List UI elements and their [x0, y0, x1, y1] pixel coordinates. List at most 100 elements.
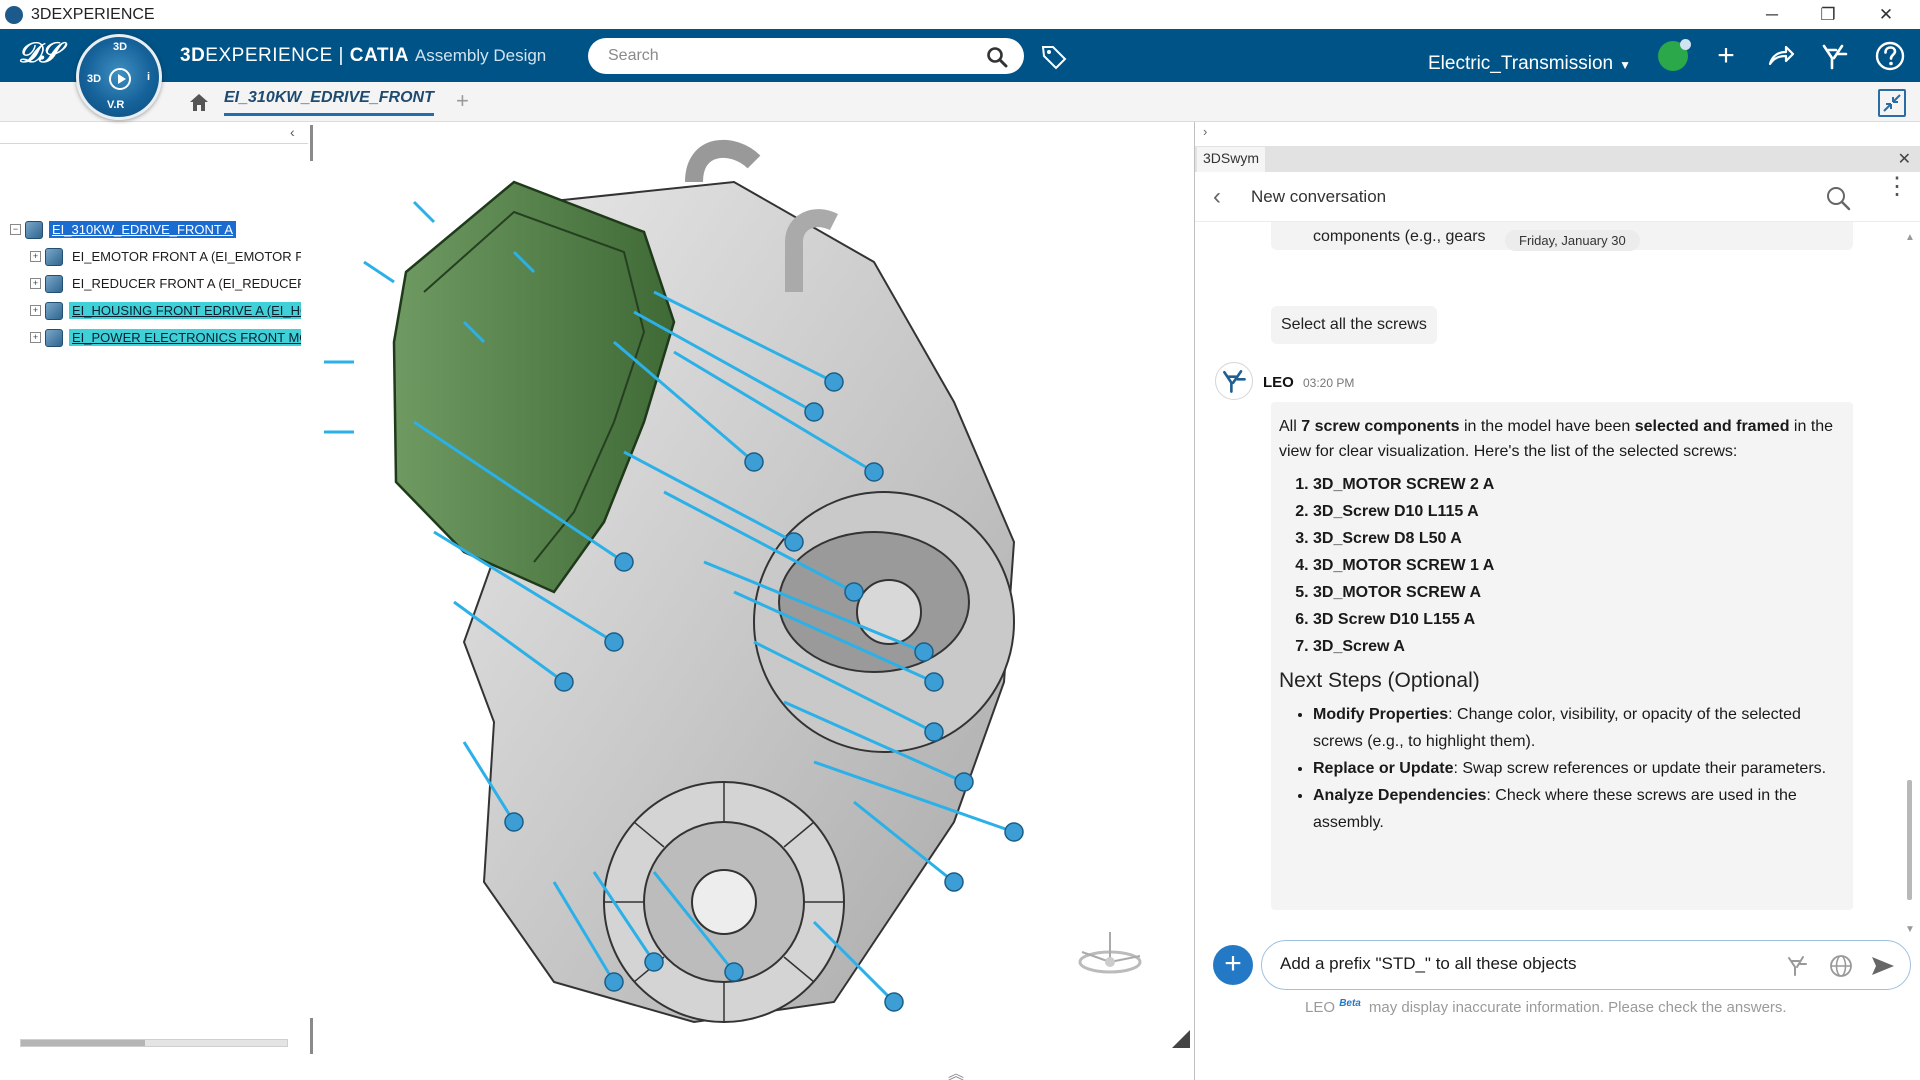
tree-node-housing[interactable]: + EI_HOUSING FRONT EDRIVE A (EI_HOUSING: [30, 297, 310, 324]
tree-node-label[interactable]: EI_310KW_EDRIVE_FRONT A: [49, 221, 237, 238]
product-icon: [25, 220, 43, 239]
maximize-button[interactable]: ❐: [1800, 0, 1856, 29]
search-input[interactable]: [588, 38, 1024, 74]
resize-grip-icon[interactable]: [1172, 1030, 1190, 1048]
product-icon: [45, 247, 63, 266]
list-item: 3D_Screw D10 L115 A: [1313, 498, 1843, 525]
minimize-button[interactable]: ─: [1744, 0, 1800, 29]
chevron-up-icon[interactable]: ︽: [948, 1060, 964, 1080]
tag-icon[interactable]: [1040, 43, 1068, 71]
intro-bold: selected and framed: [1634, 418, 1790, 435]
tree-node-label[interactable]: EI_EMOTOR FRONT A (EI_EMOTOR FRONT: [69, 248, 301, 265]
expand-panel-icon[interactable]: ›: [1203, 124, 1207, 139]
close-icon[interactable]: ✕: [1898, 149, 1911, 169]
scroll-up-icon[interactable]: ▲: [1905, 232, 1915, 243]
tree-splitter-bottom[interactable]: [310, 1018, 313, 1054]
close-window-button[interactable]: ✕: [1858, 0, 1914, 29]
tree-toolbar: [0, 122, 308, 144]
globe-icon[interactable]: [1828, 953, 1854, 979]
os-title-bar: 3DEXPERIENCE ─ ❐ ✕: [0, 0, 1920, 29]
new-tab-button[interactable]: +: [456, 88, 469, 114]
next-steps-list: Modify Properties: Change color, visibil…: [1313, 701, 1843, 836]
list-item: 3D_MOTOR SCREW 1 A: [1313, 552, 1843, 579]
next-steps-heading: Next Steps (Optional): [1279, 669, 1480, 692]
list-item: Analyze Dependencies: Check where these …: [1313, 782, 1843, 836]
search-icon[interactable]: [986, 46, 1008, 68]
tree-expand-toggle[interactable]: +: [30, 332, 41, 343]
tab-bar: EI_310KW_EDRIVE_FRONT +: [0, 82, 1920, 122]
share-icon[interactable]: [1764, 40, 1796, 72]
collapse-tree-icon[interactable]: ‹: [290, 124, 295, 140]
dassault-logo[interactable]: 𝒟𝒮: [18, 37, 60, 70]
intro-text: All: [1279, 418, 1302, 435]
tree-splitter[interactable]: [310, 125, 313, 161]
message-input[interactable]: Add a prefix "STD_" to all these objects: [1280, 954, 1760, 974]
brand-catia: CATIA: [349, 45, 409, 66]
tree-node-label[interactable]: EI_HOUSING FRONT EDRIVE A (EI_HOUSING: [69, 302, 301, 319]
home-icon[interactable]: [188, 92, 210, 112]
tree-node-label[interactable]: EI_REDUCER FRONT A (EI_REDUCER FRONT: [69, 275, 301, 292]
3d-viewport[interactable]: [314, 122, 1194, 1080]
play-icon[interactable]: [109, 68, 131, 90]
list-item: 3D_Screw D8 L50 A: [1313, 525, 1843, 552]
tree-collapse-toggle[interactable]: −: [10, 224, 21, 235]
list-item: Modify Properties: Change color, visibil…: [1313, 701, 1843, 755]
scroll-down-icon[interactable]: ▼: [1905, 924, 1915, 935]
more-options-icon[interactable]: ⋮: [1885, 175, 1909, 199]
tree-node-power-electronics[interactable]: + EI_POWER ELECTRONICS FRONT MOTOR: [30, 324, 310, 351]
compass-right-label: i: [147, 71, 151, 83]
leo-agent-icon[interactable]: [1784, 953, 1810, 979]
tree-expand-toggle[interactable]: +: [30, 251, 41, 262]
beta-badge: Beta: [1339, 998, 1361, 1009]
disclaimer-text: may display inaccurate information. Plea…: [1368, 999, 1787, 1016]
search-icon[interactable]: [1825, 185, 1851, 211]
tree-node-reducer[interactable]: + EI_REDUCER FRONT A (EI_REDUCER FRONT: [30, 270, 310, 297]
compass-widget[interactable]: 3D 3D i V.R: [76, 34, 162, 120]
user-status-icon[interactable]: [1658, 39, 1691, 71]
scroll-thumb[interactable]: [21, 1040, 145, 1046]
message-composer[interactable]: Add a prefix "STD_" to all these objects: [1261, 940, 1911, 990]
add-icon[interactable]: +: [1710, 40, 1742, 72]
tab-3dswym[interactable]: 3DSwym: [1197, 147, 1266, 172]
os-window-title: 3DEXPERIENCE: [31, 5, 155, 23]
chat-scrollbar[interactable]: ▲ ▼: [1905, 232, 1915, 935]
brand-app-name: Assembly Design: [414, 46, 547, 65]
back-icon[interactable]: ‹: [1213, 183, 1221, 211]
list-item: 3D_MOTOR SCREW 2 A: [1313, 471, 1843, 498]
message-timestamp: 03:20 PM: [1303, 376, 1355, 390]
step-text: : Swap screw references or update their …: [1453, 760, 1827, 777]
message-list: components (e.g., gears Friday, January …: [1195, 222, 1905, 1030]
add-attachment-button[interactable]: +: [1213, 945, 1253, 985]
intro-text: in the model have been: [1459, 418, 1635, 435]
collab-space-selector[interactable]: Electric_Transmission ▼: [1428, 53, 1631, 75]
assistant-message: All 7 screw components in the model have…: [1271, 402, 1853, 910]
send-icon[interactable]: [1870, 953, 1896, 979]
exit-fullscreen-icon[interactable]: [1878, 89, 1906, 117]
assembly-model-render[interactable]: [314, 122, 1194, 1080]
tree-node-emotor[interactable]: + EI_EMOTOR FRONT A (EI_EMOTOR FRONT: [30, 243, 310, 270]
step-title: Analyze Dependencies: [1313, 787, 1487, 804]
assistant-intro: All 7 screw components in the model have…: [1279, 414, 1843, 464]
collab-space-name: Electric_Transmission: [1428, 53, 1614, 74]
view-orientation-robot-icon[interactable]: [1068, 922, 1150, 978]
list-item: 3D_MOTOR SCREW A: [1313, 579, 1843, 606]
sender-name: LEO: [1263, 374, 1294, 391]
date-divider: Friday, January 30: [1505, 230, 1640, 251]
list-item: 3D_Screw A: [1313, 633, 1843, 660]
tree-horizontal-scrollbar[interactable]: [20, 1039, 288, 1047]
tree-expand-toggle[interactable]: +: [30, 305, 41, 316]
tree-node-root[interactable]: − EI_310KW_EDRIVE_FRONT A: [10, 216, 310, 243]
product-icon: [45, 274, 63, 293]
apps-compass-icon[interactable]: [1818, 40, 1850, 72]
help-icon[interactable]: [1874, 40, 1906, 72]
user-message: Select all the screws: [1271, 306, 1437, 344]
scroll-thumb[interactable]: [1907, 780, 1912, 900]
tree-node-label[interactable]: EI_POWER ELECTRONICS FRONT MOTOR: [69, 329, 301, 346]
specification-tree: − EI_310KW_EDRIVE_FRONT A + EI_EMOTOR FR…: [10, 216, 310, 351]
compass-left-label: 3D: [87, 73, 102, 85]
tab-active-document[interactable]: EI_310KW_EDRIVE_FRONT: [224, 89, 434, 116]
main-toolbar: 𝒟𝒮 3DEXPERIENCE | CATIAAssembly Design E…: [0, 29, 1920, 82]
panel-tab-bar: 3DSwym ✕: [1195, 146, 1920, 172]
step-title: Modify Properties: [1313, 706, 1449, 723]
tree-expand-toggle[interactable]: +: [30, 278, 41, 289]
